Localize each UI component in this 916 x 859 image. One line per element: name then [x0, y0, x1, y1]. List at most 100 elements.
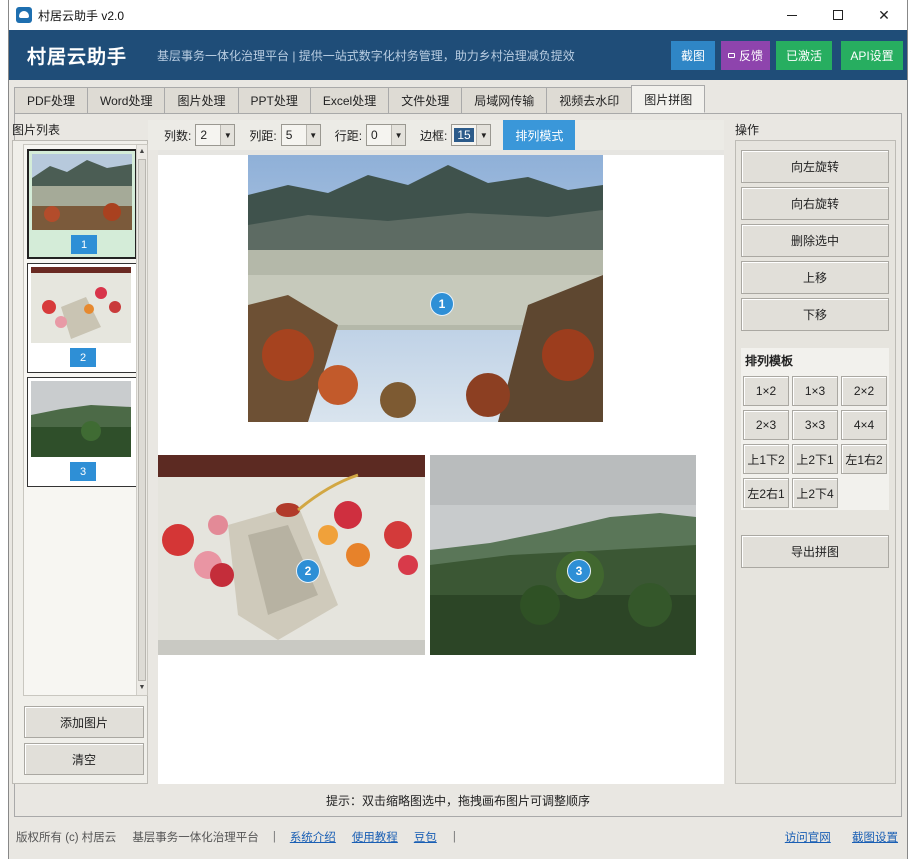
border-label: 边框: — [420, 128, 448, 143]
platform-text: 基层事务一体化治理平台 — [132, 832, 259, 844]
rotate-right-button[interactable]: 向右旋转 — [741, 187, 889, 220]
tab-image[interactable]: 图片处理 — [164, 87, 239, 113]
title-bar: 村居云助手 v2.0 ✕ — [9, 0, 907, 30]
layout-template-panel: 排列模板 1×2 1×3 2×2 2×3 3×3 4×4 上1下2 上2下1 左… — [741, 348, 889, 510]
move-down-button[interactable]: 下移 — [741, 298, 889, 331]
chevron-down-icon: ▼ — [391, 125, 406, 145]
template-title: 排列模板 — [745, 354, 794, 368]
tab-video-watermark[interactable]: 视频去水印 — [546, 87, 633, 113]
column-gap-label: 列距: — [249, 128, 277, 143]
canvas-image-2[interactable]: 2 — [158, 455, 425, 655]
border-select[interactable]: 15 ▼ — [451, 124, 492, 146]
chevron-down-icon: ▼ — [220, 125, 235, 145]
link-official-site[interactable]: 访问官网 — [785, 832, 831, 844]
minimize-button[interactable] — [769, 0, 815, 30]
thumbnail-number: 2 — [70, 348, 96, 367]
footer-separator: | — [452, 831, 456, 843]
template-top2-bottom4-button[interactable]: 上2下4 — [792, 478, 838, 508]
link-doubao[interactable]: 豆包 — [414, 829, 437, 845]
maximize-icon — [833, 10, 843, 20]
add-image-button[interactable]: 添加图片 — [24, 706, 144, 738]
row-gap-select[interactable]: 0 ▼ — [366, 124, 407, 146]
link-screenshot-settings[interactable]: 截图设置 — [852, 832, 898, 844]
window-controls: ✕ — [769, 0, 907, 30]
usage-hint: 提示：双击缩略图选中，拖拽画布图片可调整顺序 — [325, 794, 590, 808]
desktop-background-right — [908, 0, 916, 859]
export-collage-button[interactable]: 导出拼图 — [741, 535, 889, 568]
move-up-button[interactable]: 上移 — [741, 261, 889, 294]
column-gap-select[interactable]: 5 ▼ — [280, 124, 321, 146]
tab-lan-transfer[interactable]: 局域网传输 — [461, 87, 548, 113]
status-footer: 版权所有 (c) 村居云 基层事务一体化治理平台 | 系统介绍 使用教程 豆包 … — [8, 826, 908, 848]
tab-image-collage[interactable]: 图片拼图 — [631, 85, 706, 113]
image-list-label: 图片列表 — [12, 123, 61, 137]
template-top1-bottom2-button[interactable]: 上1下2 — [743, 444, 789, 474]
screenshot-button[interactable]: 截图 — [671, 41, 715, 70]
app-cloud-icon — [16, 7, 32, 23]
template-3x3-button[interactable]: 3×3 — [792, 410, 838, 440]
feedback-button[interactable]: 反馈 — [721, 41, 770, 70]
canvas-image-1[interactable]: 1 — [248, 155, 603, 422]
clear-button[interactable]: 清空 — [24, 743, 144, 775]
footer-separator: | — [272, 831, 276, 843]
close-button[interactable]: ✕ — [861, 0, 907, 30]
copyright-text: 版权所有 (c) 村居云 — [16, 832, 117, 844]
template-left1-right2-button[interactable]: 左1右2 — [841, 444, 887, 474]
maximize-button[interactable] — [815, 0, 861, 30]
image-badge: 2 — [296, 559, 320, 583]
scroll-down-icon[interactable]: ▼ — [138, 683, 146, 693]
thumbnail-image-hills — [31, 381, 131, 457]
thumbnail-image-mountain — [32, 154, 132, 230]
thumbnail-item[interactable]: 1 — [27, 149, 137, 259]
template-1x2-button[interactable]: 1×2 — [743, 376, 789, 406]
template-left2-right1-button[interactable]: 左2右1 — [743, 478, 789, 508]
arrange-mode-button[interactable]: 排列模式 — [503, 120, 576, 150]
thumbnail-number: 3 — [70, 462, 96, 481]
column-gap-value: 5 — [285, 128, 293, 142]
delete-selected-button[interactable]: 删除选中 — [741, 224, 889, 257]
template-top2-bottom1-button[interactable]: 上2下1 — [792, 444, 838, 474]
minimize-icon — [787, 14, 797, 16]
thumbnail-item[interactable]: 3 — [27, 377, 137, 487]
brand-slogan: 基层事务一体化治理平台 | 提供一站式数字化村务管理，助力乡村治理减负提效 — [157, 48, 575, 63]
activated-button[interactable]: 已激活 — [776, 41, 832, 70]
tab-excel[interactable]: Excel处理 — [309, 87, 390, 113]
collage-canvas[interactable]: 1 2 3 — [158, 150, 724, 784]
mountain-frost-photo — [248, 155, 603, 422]
collage-toolbar: 列数: 2 ▼ 列距: 5 ▼ 行距: 0 ▼ 边框: 15 ▼ 排列模式 — [148, 120, 724, 150]
link-tutorial[interactable]: 使用教程 — [352, 829, 398, 845]
scrollbar-thumb[interactable] — [138, 159, 146, 681]
template-1x3-button[interactable]: 1×3 — [792, 376, 838, 406]
scroll-up-icon[interactable]: ▲ — [138, 147, 146, 157]
chevron-down-icon: ▼ — [476, 125, 491, 145]
tab-word[interactable]: Word处理 — [87, 87, 166, 113]
row-gap-label: 行距: — [334, 128, 363, 143]
canvas-image-3[interactable]: 3 — [430, 455, 696, 655]
thumbnail-scrollbar[interactable]: ▲ ▼ — [136, 145, 147, 695]
desktop-background-left — [0, 0, 8, 859]
template-2x3-button[interactable]: 2×3 — [743, 410, 789, 440]
rotate-left-button[interactable]: 向左旋转 — [741, 150, 889, 183]
link-system-intro[interactable]: 系统介绍 — [290, 829, 336, 845]
tab-bar: PDF处理 Word处理 图片处理 PPT处理 Excel处理 文件处理 局域网… — [14, 85, 706, 113]
api-settings-button[interactable]: API设置 — [841, 41, 903, 70]
peony-painting-photo — [158, 455, 425, 655]
green-hills-photo — [430, 455, 696, 655]
thumbnail-list[interactable]: 1 2 3 ▲ ▼ — [23, 144, 148, 696]
thumbnail-image-peony — [31, 267, 131, 343]
columns-select[interactable]: 2 ▼ — [195, 124, 236, 146]
thumbnail-item[interactable]: 2 — [27, 263, 137, 373]
chevron-down-icon: ▼ — [305, 125, 320, 145]
tab-pdf[interactable]: PDF处理 — [14, 87, 89, 113]
template-4x4-button[interactable]: 4×4 — [841, 410, 887, 440]
tab-file[interactable]: 文件处理 — [388, 87, 463, 113]
columns-value: 2 — [200, 128, 208, 142]
operations-label: 操作 — [735, 123, 760, 137]
columns-label: 列数: — [164, 128, 192, 143]
app-header: 村居云助手 基层事务一体化治理平台 | 提供一站式数字化村务管理，助力乡村治理减… — [9, 30, 907, 80]
border-value: 15 — [454, 128, 474, 142]
template-2x2-button[interactable]: 2×2 — [841, 376, 887, 406]
image-badge: 1 — [430, 292, 454, 316]
tab-ppt[interactable]: PPT处理 — [237, 87, 311, 113]
close-icon: ✕ — [878, 6, 890, 23]
